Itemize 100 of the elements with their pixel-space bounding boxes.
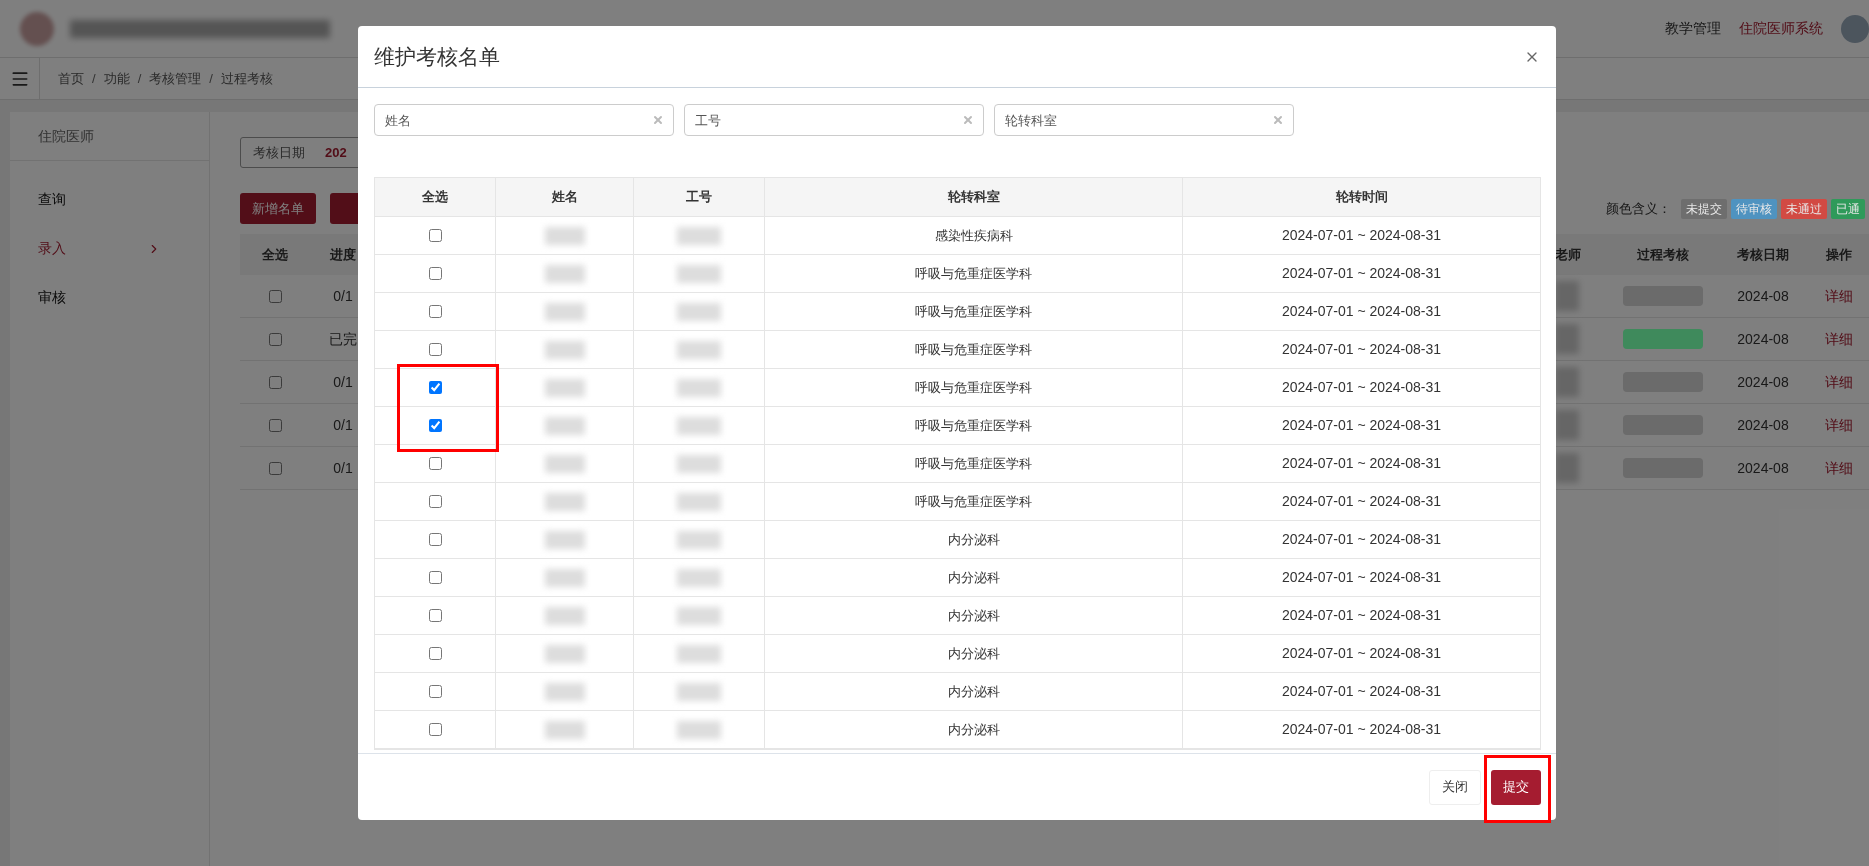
blurred-id — [677, 720, 721, 739]
progress-cell-text: 0/1 — [332, 458, 354, 478]
nav-link[interactable]: 教学管理 — [1665, 18, 1721, 39]
modal-title: 维护考核名单 — [374, 43, 500, 70]
blurred-name — [544, 378, 585, 397]
search-field[interactable]: 工号 — [684, 104, 984, 136]
period-cell-text: 2024-07-01 ~ 2024-08-31 — [1280, 378, 1443, 397]
blurred-teacher — [1555, 410, 1579, 440]
period-cell-text: 2024-07-01 ~ 2024-08-31 — [1280, 454, 1443, 473]
column-header: 全选 — [261, 245, 289, 264]
sidebar-item[interactable]: 审核 — [10, 273, 209, 322]
department-cell: 内分泌科 — [765, 673, 1183, 710]
blurred-teacher — [1555, 281, 1579, 311]
breadcrumb-link[interactable]: 过程考核 — [220, 68, 273, 89]
blurred-id — [677, 264, 721, 283]
department-cell: 呼吸与危重症医学科 — [765, 331, 1183, 368]
highlight-frame — [1484, 755, 1551, 823]
legend-badge: 未提交 — [1681, 198, 1727, 219]
blurred-id — [677, 454, 721, 473]
checkbox[interactable] — [268, 289, 282, 303]
breadcrumb-separator: / — [209, 69, 213, 88]
period-cell-text: 2024-07-01 ~ 2024-08-31 — [1280, 644, 1443, 663]
period-cell-text: 2024-07-01 ~ 2024-08-31 — [1280, 492, 1443, 511]
blurred-name — [544, 720, 585, 739]
blurred-name — [544, 682, 585, 701]
checkbox[interactable] — [428, 533, 442, 546]
breadcrumb-separator: / — [92, 69, 96, 88]
checkbox[interactable] — [428, 457, 442, 470]
breadcrumb-separator: / — [137, 69, 142, 88]
checkbox[interactable] — [428, 723, 442, 736]
detail-link[interactable]: 详细 — [1809, 285, 1869, 307]
checkbox[interactable] — [428, 419, 442, 432]
detail-link[interactable]: 详细 — [1809, 414, 1869, 436]
checkbox[interactable] — [268, 332, 282, 346]
progress-cell-text: 已完 — [328, 329, 358, 349]
period-cell-text: 2024-07-01 ~ 2024-08-31 — [1280, 340, 1443, 359]
department-cell: 呼吸与危重症医学科 — [765, 407, 1183, 444]
blurred-id — [677, 682, 721, 701]
column-header: 姓名 — [496, 178, 634, 216]
breadcrumb-link[interactable]: 功能 — [103, 68, 130, 89]
checkbox[interactable] — [428, 305, 442, 318]
detail-link[interactable]: 详细 — [1809, 328, 1869, 350]
blurred-name — [544, 530, 585, 549]
blurred-id — [677, 644, 721, 663]
search-field[interactable]: 轮转科室 — [994, 104, 1294, 136]
blurred-name — [544, 644, 585, 663]
breadcrumb-link[interactable]: 首页 — [58, 68, 84, 89]
date-cell-text: 2024-08 — [1736, 372, 1790, 392]
department-cell: 呼吸与危重症医学科 — [765, 255, 1183, 292]
nav-link[interactable]: 住院医师系统 — [1739, 18, 1823, 39]
period-cell-text: 2024-07-01 ~ 2024-08-31 — [1280, 302, 1443, 321]
blurred-id — [677, 226, 721, 245]
department-cell: 内分泌科 — [765, 597, 1183, 634]
column-header: 轮转时间 — [1334, 188, 1389, 207]
department-cell: 内分泌科 — [765, 711, 1183, 748]
checkbox[interactable] — [428, 381, 442, 394]
department-cell: 内分泌科 — [765, 521, 1183, 558]
legend-badge: 待审核 — [1731, 198, 1777, 219]
checkbox[interactable] — [268, 418, 282, 432]
blurred-name — [544, 416, 585, 435]
blurred-id — [677, 416, 721, 435]
search-field[interactable]: 姓名 — [374, 104, 674, 136]
department-cell: 呼吸与危重症医学科 — [765, 445, 1183, 482]
detail-link[interactable]: 详细 — [1809, 457, 1869, 479]
add-list-button[interactable]: 新增名单 — [240, 193, 316, 224]
department-cell: 呼吸与危重症医学科 — [765, 293, 1183, 330]
blurred-teacher — [1555, 367, 1579, 397]
period-cell-text: 2024-07-01 ~ 2024-08-31 — [1280, 606, 1443, 625]
column-header: 进度 — [329, 245, 357, 264]
detail-link[interactable]: 详细 — [1809, 371, 1869, 393]
checkbox[interactable] — [428, 647, 442, 660]
blurred-id — [677, 302, 721, 321]
submit-button[interactable]: 提交 — [1491, 769, 1541, 805]
checkbox[interactable] — [428, 229, 442, 242]
sidebar-item[interactable]: 录入 — [10, 224, 209, 273]
column-header: 老师 — [1555, 245, 1582, 264]
breadcrumb-link[interactable]: 考核管理 — [149, 68, 202, 89]
sidebar-item[interactable]: 查询 — [10, 175, 209, 224]
column-header: 轮转科室 — [765, 178, 1183, 216]
checkbox[interactable] — [428, 343, 442, 356]
department-cell: 感染性疾病科 — [765, 217, 1183, 254]
close-button[interactable]: 关闭 — [1429, 769, 1481, 805]
checkbox[interactable] — [428, 609, 442, 622]
department-cell: 内分泌科 — [765, 559, 1183, 596]
blurred-name — [544, 492, 585, 511]
date-cell-text: 2024-08 — [1736, 286, 1790, 306]
legend-badge: 未通过 — [1781, 198, 1827, 219]
blurred-name — [544, 340, 585, 359]
checkbox[interactable] — [428, 571, 442, 584]
department-cell: 呼吸与危重症医学科 — [765, 369, 1183, 406]
checkbox[interactable] — [268, 375, 282, 389]
checkbox[interactable] — [428, 495, 442, 508]
progress-cell-text: 0/1 — [332, 415, 354, 435]
column-header: 工号 — [634, 178, 765, 216]
period-cell-text: 2024-07-01 ~ 2024-08-31 — [1280, 530, 1443, 549]
checkbox[interactable] — [268, 461, 282, 475]
checkbox[interactable] — [428, 267, 442, 280]
checkbox[interactable] — [428, 685, 442, 698]
blurred-id — [677, 568, 721, 587]
logo-placeholder — [20, 11, 54, 46]
